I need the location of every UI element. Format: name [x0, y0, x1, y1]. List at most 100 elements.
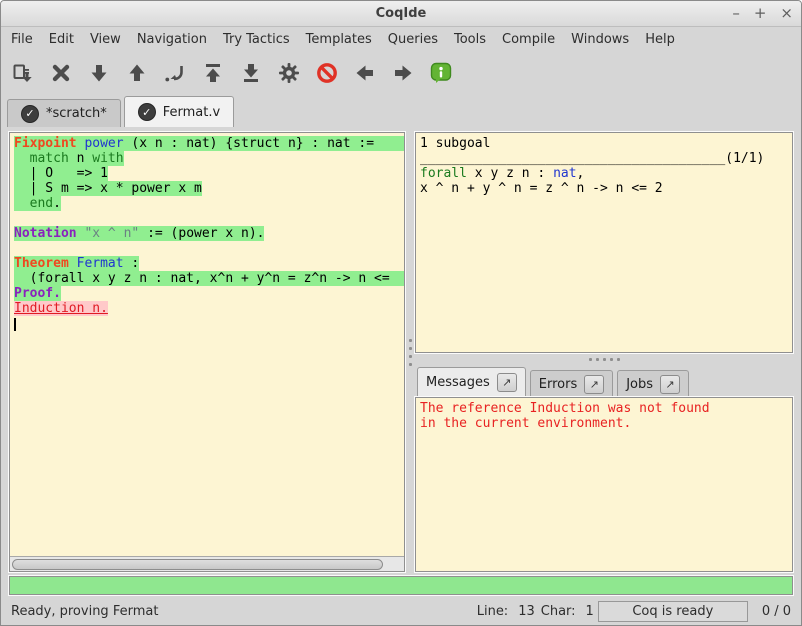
- code-editor[interactable]: Fixpoint power (x n : nat) {struct n} : …: [10, 133, 404, 556]
- horizontal-splitter[interactable]: [415, 353, 793, 366]
- message-line: in the current environment.: [420, 416, 792, 431]
- start-button[interactable]: [197, 57, 228, 88]
- code-line: Proof.: [14, 286, 404, 301]
- code-line: [14, 241, 404, 256]
- script-pane: Fixpoint power (x n : nat) {struct n} : …: [9, 132, 405, 572]
- message-tab-label: Messages: [426, 375, 490, 390]
- menu-windows[interactable]: Windows: [563, 29, 637, 50]
- code-line: _______________________________________(…: [420, 151, 792, 166]
- code-line: end.: [14, 196, 404, 211]
- tab--scratch-[interactable]: ✓ *scratch*: [7, 99, 121, 127]
- goals-pane[interactable]: 1 subgoal_______________________________…: [415, 132, 793, 353]
- tab-label: *scratch*: [46, 106, 107, 121]
- goto-cursor-button[interactable]: [159, 57, 190, 88]
- menu-view[interactable]: View: [82, 29, 129, 50]
- code-line: Induction n.: [14, 301, 404, 316]
- titlebar[interactable]: CoqIde – + ×: [1, 1, 801, 27]
- menu-templates[interactable]: Templates: [298, 29, 380, 50]
- code-line: [14, 211, 404, 226]
- about-icon: [429, 61, 453, 85]
- forward-button[interactable]: [387, 57, 418, 88]
- code-line: Fixpoint power (x n : nat) {struct n} : …: [14, 136, 404, 151]
- window-title: CoqIde: [376, 6, 427, 21]
- message-tab-jobs[interactable]: Jobs ↗: [617, 370, 689, 397]
- statusbar: Ready, proving Fermat Line: 13 Char: 1 C…: [1, 598, 801, 625]
- code-line: 1 subgoal: [420, 136, 792, 151]
- gear-icon: [277, 61, 301, 85]
- save-icon: [11, 61, 35, 85]
- main-area: Fixpoint power (x n : nat) {struct n} : …: [1, 127, 801, 572]
- job-counter: 0 / 0: [762, 604, 791, 619]
- line-label: Line:: [477, 604, 508, 619]
- status-message: Ready, proving Fermat: [11, 604, 477, 619]
- start-icon: [201, 61, 225, 85]
- detach-icon[interactable]: ↗: [660, 375, 680, 394]
- close-icon: [49, 61, 73, 85]
- menu-try-tactics[interactable]: Try Tactics: [215, 29, 298, 50]
- menubar: FileEditViewNavigationTry TacticsTemplat…: [1, 27, 801, 51]
- char-label: Char:: [541, 604, 576, 619]
- horizontal-scrollbar[interactable]: [10, 556, 404, 571]
- vertical-splitter[interactable]: [405, 132, 415, 572]
- minimize-icon[interactable]: –: [732, 6, 740, 21]
- message-tab-label: Errors: [539, 377, 577, 392]
- coqide-window: CoqIde – + × FileEditViewNavigationTry T…: [0, 0, 802, 626]
- tab-fermat-v[interactable]: ✓ Fermat.v: [124, 96, 234, 127]
- code-line: x ^ n + y ^ n = z ^ n -> n <= 2: [420, 181, 792, 196]
- up-icon: [125, 61, 149, 85]
- message-tab-label: Jobs: [626, 377, 653, 392]
- line-value: 13: [518, 604, 535, 619]
- code-line: forall x y z n : nat,: [420, 166, 792, 181]
- menu-queries[interactable]: Queries: [380, 29, 446, 50]
- message-tab-errors[interactable]: Errors ↗: [530, 370, 613, 397]
- detach-icon[interactable]: ↗: [584, 375, 604, 394]
- check-circle-icon: ✓: [21, 105, 39, 123]
- maximize-icon[interactable]: +: [754, 6, 767, 21]
- menu-help[interactable]: Help: [637, 29, 683, 50]
- menu-compile[interactable]: Compile: [494, 29, 563, 50]
- gear-button[interactable]: [273, 57, 304, 88]
- goto-cursor-icon: [163, 61, 187, 85]
- window-controls: – + ×: [732, 1, 793, 26]
- scrollbar-thumb[interactable]: [12, 559, 383, 570]
- end-button[interactable]: [235, 57, 266, 88]
- interrupt-button[interactable]: [311, 57, 342, 88]
- interrupt-icon: [315, 61, 339, 85]
- save-button[interactable]: [7, 57, 38, 88]
- menu-edit[interactable]: Edit: [41, 29, 82, 50]
- progress-bar: [9, 576, 793, 595]
- menu-tools[interactable]: Tools: [446, 29, 494, 50]
- down-button[interactable]: [83, 57, 114, 88]
- back-button[interactable]: [349, 57, 380, 88]
- end-icon: [239, 61, 263, 85]
- code-line: | O => 1: [14, 166, 404, 181]
- check-circle-icon: ✓: [138, 103, 156, 121]
- close-button[interactable]: [45, 57, 76, 88]
- message-line: The reference Induction was not found: [420, 401, 792, 416]
- code-line: Notation "x ^ n" := (power x n).: [14, 226, 404, 241]
- code-line: (forall x y z n : nat, x^n + y^n = z^n -…: [14, 271, 404, 286]
- message-tabbar: Messages ↗ Errors ↗ Jobs ↗: [415, 366, 793, 397]
- text-cursor: [14, 318, 16, 331]
- messages-pane[interactable]: The reference Induction was not foundin …: [415, 397, 793, 572]
- char-value: 1: [586, 604, 594, 619]
- up-button[interactable]: [121, 57, 152, 88]
- about-button[interactable]: [425, 57, 456, 88]
- tab-label: Fermat.v: [163, 105, 220, 120]
- right-column: 1 subgoal_______________________________…: [415, 132, 793, 572]
- code-line: | S m => x * power x m: [14, 181, 404, 196]
- coq-status: Coq is ready: [598, 601, 748, 622]
- document-tabbar: ✓ *scratch* ✓ Fermat.v: [1, 96, 801, 127]
- code-line: match n with: [14, 151, 404, 166]
- menu-file[interactable]: File: [3, 29, 41, 50]
- menu-navigation[interactable]: Navigation: [129, 29, 215, 50]
- toolbar: [1, 51, 801, 96]
- down-icon: [87, 61, 111, 85]
- forward-icon: [391, 61, 415, 85]
- code-line: [14, 316, 404, 331]
- back-icon: [353, 61, 377, 85]
- code-line: Theorem Fermat :: [14, 256, 404, 271]
- close-icon[interactable]: ×: [780, 6, 793, 21]
- message-tab-messages[interactable]: Messages ↗: [417, 367, 526, 397]
- detach-icon[interactable]: ↗: [497, 373, 517, 392]
